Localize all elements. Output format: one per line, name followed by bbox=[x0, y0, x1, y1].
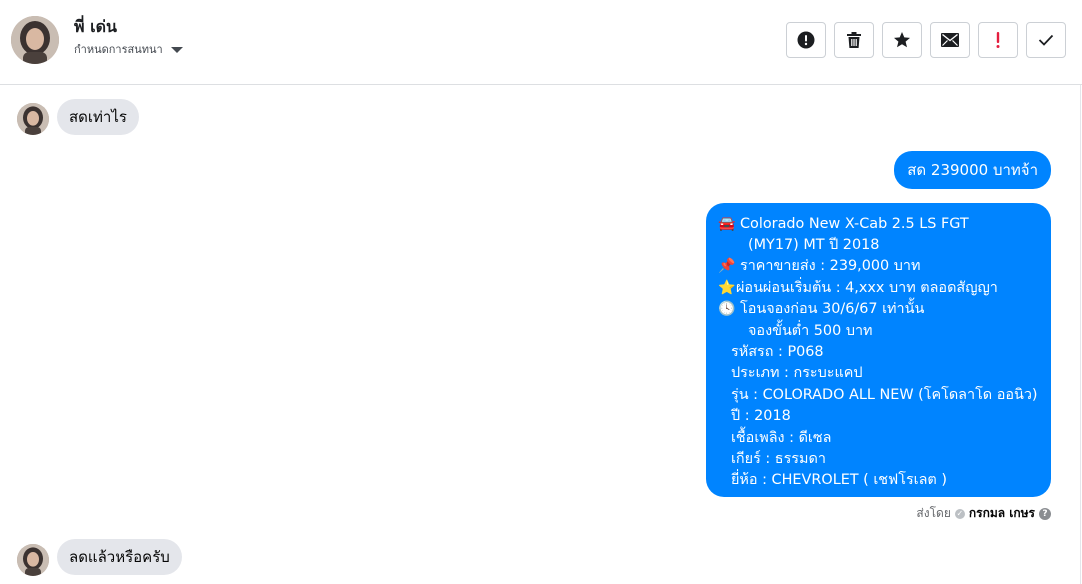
exclamation-mark-icon bbox=[996, 32, 1000, 48]
mark-unread-button[interactable] bbox=[930, 22, 970, 58]
detail-text: เกียร์ : ธรรมดา bbox=[731, 450, 826, 467]
contact-name[interactable]: พี่ เด่น bbox=[74, 15, 117, 40]
incoming-message[interactable]: ลดแล้วหรือครับ bbox=[57, 539, 182, 575]
incoming-message[interactable]: สดเท่าไร bbox=[57, 99, 139, 135]
customize-label: กำหนดการสนทนา bbox=[74, 43, 163, 56]
envelope-icon bbox=[941, 33, 959, 47]
conversation-actions bbox=[786, 22, 1066, 58]
detail-text: เชื้อเพลิง : ดีเซล bbox=[731, 429, 832, 446]
pushpin-emoji-icon: 📌 bbox=[718, 258, 736, 275]
outgoing-message[interactable]: สด 239000 บาทจ้า bbox=[894, 151, 1051, 189]
exclamation-circle-icon bbox=[797, 31, 815, 49]
clock-emoji-icon: 🕓 bbox=[718, 301, 736, 318]
caret-down-icon bbox=[170, 47, 183, 53]
detail-text: รหัสรถ : P068 bbox=[731, 344, 824, 361]
trash-icon bbox=[847, 32, 861, 48]
star-button[interactable] bbox=[882, 22, 922, 58]
detail-line: 📌 ราคาขายส่ง : 239,000 บาท bbox=[718, 256, 1039, 277]
detail-text: Colorado New X-Cab 2.5 LS FGT bbox=[740, 215, 969, 232]
detail-line: 🕓 โอนจองก่อน 30/6/67 เท่านั้น bbox=[718, 299, 1039, 320]
outgoing-detail-message[interactable]: 🚘 Colorado New X-Cab 2.5 LS FGT (MY17) M… bbox=[706, 203, 1051, 497]
panel-divider bbox=[1080, 85, 1081, 584]
mark-done-button[interactable] bbox=[1026, 22, 1066, 58]
car-emoji-icon: 🚘 bbox=[718, 215, 736, 232]
detail-text: จองขั้นต่ำ 500 บาท bbox=[748, 322, 873, 339]
detail-line: ⭐ ผ่อนผ่อนเริ่มต้น : 4,xxx บาท ตลอดสัญญา bbox=[718, 277, 1039, 298]
detail-text: (MY17) MT ปี 2018 bbox=[748, 237, 880, 254]
detail-text: ยี่ห้อ : CHEVROLET ( เชฟโรเลต ) bbox=[731, 472, 947, 489]
checkmark-icon bbox=[1038, 34, 1054, 46]
customize-conversation-dropdown[interactable]: กำหนดการสนทนา bbox=[74, 40, 183, 58]
sent-by-info: ส่งโดย ✓ กรกมล เกษร ? bbox=[916, 504, 1051, 523]
star-emoji-icon: ⭐ bbox=[718, 279, 736, 296]
detail-text: ปี : 2018 bbox=[731, 408, 791, 425]
detail-text: ประเภท : กระบะแคป bbox=[731, 365, 863, 382]
detail-text: ผ่อนผ่อนเริ่มต้น : 4,xxx บาท ตลอดสัญญา bbox=[736, 279, 998, 296]
conversation-header: พี่ เด่น กำหนดการสนทนา bbox=[0, 0, 1082, 85]
sender-avatar bbox=[17, 544, 49, 576]
report-button[interactable] bbox=[786, 22, 826, 58]
detail-text: ราคาขายส่ง : 239,000 บาท bbox=[740, 258, 921, 275]
check-badge-icon: ✓ bbox=[954, 508, 965, 519]
detail-line: 🚘 Colorado New X-Cab 2.5 LS FGT bbox=[718, 213, 1039, 234]
sent-by-name[interactable]: กรกมล เกษร bbox=[969, 504, 1035, 523]
star-icon bbox=[894, 32, 910, 48]
question-mark-icon[interactable]: ? bbox=[1039, 507, 1051, 520]
delete-button[interactable] bbox=[834, 22, 874, 58]
sent-by-label: ส่งโดย bbox=[916, 506, 951, 520]
follow-up-button[interactable] bbox=[978, 22, 1018, 58]
detail-text: โอนจองก่อน 30/6/67 เท่านั้น bbox=[740, 301, 925, 318]
contact-avatar[interactable] bbox=[11, 16, 59, 64]
sender-avatar bbox=[17, 103, 49, 135]
detail-text: รุ่น : COLORADO ALL NEW (โคโดลาโด ออนิว) bbox=[731, 386, 1038, 403]
